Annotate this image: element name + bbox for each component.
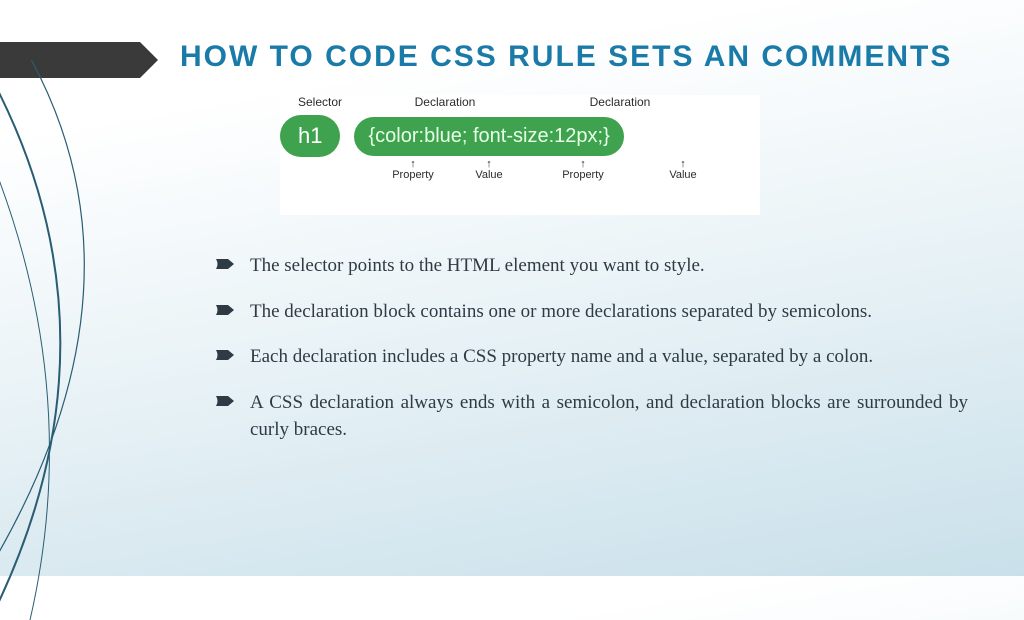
label-property-2: Property — [528, 159, 638, 181]
label-value-2: Value — [638, 159, 728, 181]
bullet-text: The declaration block contains one or mo… — [250, 301, 872, 322]
decorative-swoosh — [0, 60, 240, 620]
label-value-1: Value — [450, 159, 528, 181]
bullet-text: The selector points to the HTML element … — [250, 255, 705, 276]
arrow-bullet-icon — [216, 394, 236, 408]
label-property-1: Property — [376, 159, 450, 181]
header-arrow-bar — [0, 42, 140, 78]
arrow-bullet-icon — [216, 348, 236, 362]
bullet-item: A CSS declaration always ends with a sem… — [216, 389, 968, 444]
label-declaration-2: Declaration — [530, 95, 710, 109]
css-rule-diagram: Selector Declaration Declaration h1 {col… — [280, 95, 760, 215]
selector-pill: h1 — [280, 115, 340, 157]
arrow-bullet-icon — [216, 257, 236, 271]
label-selector: Selector — [280, 95, 360, 109]
bullet-item: The declaration block contains one or mo… — [216, 298, 968, 326]
bullet-item: The selector points to the HTML element … — [216, 252, 968, 280]
bullet-list: The selector points to the HTML element … — [216, 252, 968, 462]
arrow-bullet-icon — [216, 303, 236, 317]
bullet-item: Each declaration includes a CSS property… — [216, 343, 968, 371]
slide-title: How to code CSS rule sets an comments — [180, 40, 994, 74]
bullet-text: Each declaration includes a CSS property… — [250, 346, 873, 367]
label-declaration-1: Declaration — [360, 95, 530, 109]
declaration-pill: {color:blue; font-size:12px;} — [354, 117, 623, 156]
bullet-text: A CSS declaration always ends with a sem… — [250, 392, 968, 441]
